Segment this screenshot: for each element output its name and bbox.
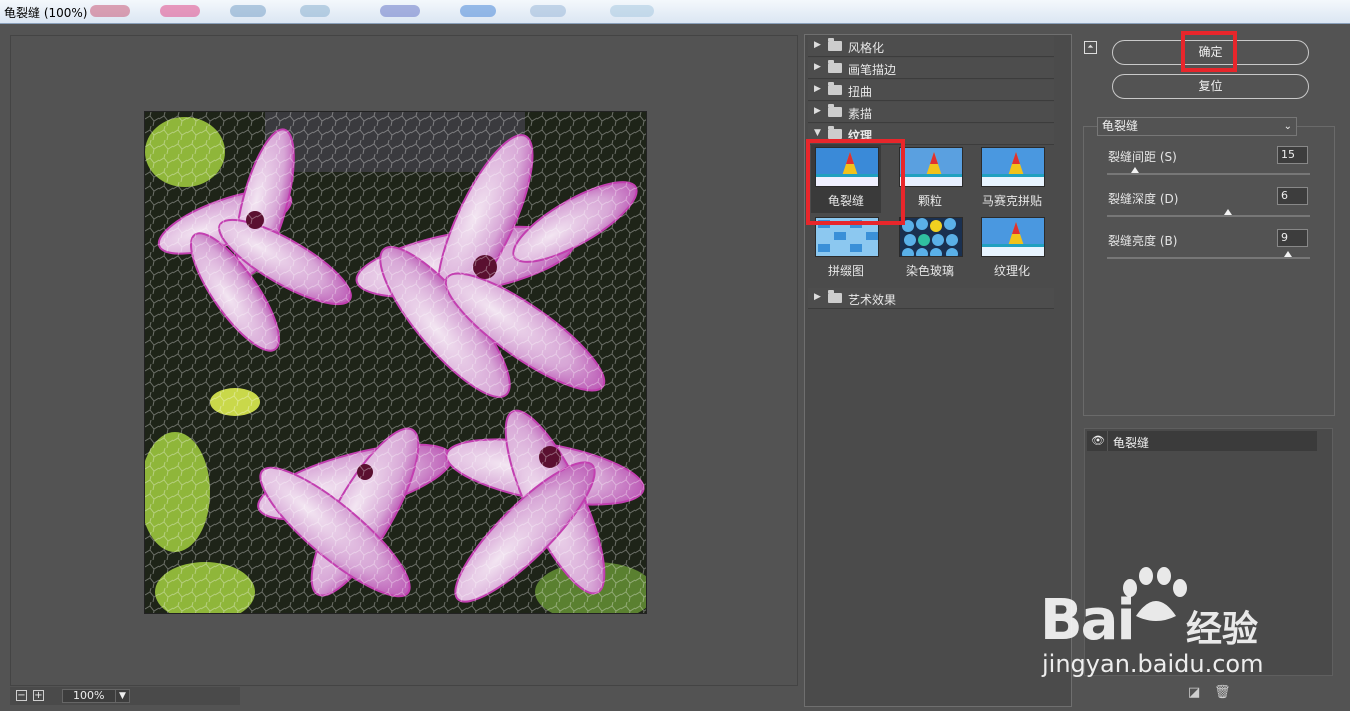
crack-brightness-slider[interactable] — [1107, 251, 1310, 259]
crack-depth-input[interactable]: 6 — [1277, 187, 1308, 205]
slider-handle[interactable] — [1224, 209, 1232, 215]
folder-open-icon — [828, 126, 842, 139]
triangle-down-icon: ▼ — [814, 128, 821, 138]
crack-brightness-input[interactable]: 9 — [1277, 229, 1308, 247]
triangle-right-icon: ▶ — [814, 40, 821, 50]
triangle-right-icon: ▶ — [814, 84, 821, 94]
folder-icon — [828, 82, 842, 95]
folder-icon — [828, 38, 842, 51]
folder-icon — [828, 104, 842, 117]
crack-spacing-input[interactable]: 15 — [1277, 146, 1308, 164]
trash-icon[interactable]: 🗑 — [1214, 685, 1231, 700]
effect-layer-name: 龟裂缝 — [1113, 436, 1150, 450]
zoom-bar: − + 100% ▼ — [10, 687, 240, 705]
category-label: 素描 — [848, 107, 873, 121]
highlight-ok-button — [1181, 31, 1237, 72]
filter-label: 纹理化 — [993, 264, 1030, 278]
category-label: 艺术效果 — [848, 293, 897, 307]
filter-grain[interactable]: 颗粒 — [895, 145, 965, 213]
reset-button[interactable]: 复位 — [1112, 74, 1309, 99]
baidu-watermark: Bai 经验 jingyan.baidu.com — [1036, 566, 1296, 686]
zoom-level-value: 100% — [73, 689, 105, 702]
category-label: 扭曲 — [848, 85, 873, 99]
eye-icon[interactable]: 👁 — [1091, 434, 1105, 447]
triangle-right-icon: ▶ — [814, 292, 821, 302]
category-label: 风格化 — [848, 41, 885, 55]
triangle-right-icon: ▶ — [814, 62, 821, 72]
chevron-down-icon: ▼ — [115, 690, 129, 702]
filter-texturizer[interactable]: 纹理化 — [977, 215, 1047, 283]
watermark-url: jingyan.baidu.com — [1042, 650, 1264, 678]
folder-icon — [828, 60, 842, 73]
filter-thumbnail — [899, 147, 963, 187]
watermark-brand: Bai — [1040, 588, 1136, 653]
window-title: 龟裂缝 (100%) — [4, 6, 88, 20]
category-artistic[interactable]: ▶ 艺术效果 — [808, 288, 1054, 309]
folder-icon — [828, 290, 842, 303]
preview-image[interactable] — [144, 111, 647, 614]
category-brush-strokes[interactable]: ▶ 画笔描边 — [808, 58, 1054, 79]
watermark-brand-suffix: 经验 — [1186, 609, 1259, 650]
zoom-in-button[interactable]: + — [33, 690, 44, 701]
category-label: 画笔描边 — [848, 63, 897, 77]
filter-settings-panel — [1083, 126, 1335, 416]
chevron-down-icon: ⌄ — [1283, 121, 1292, 132]
filter-mosaic-tiles[interactable]: 马赛克拼贴 — [977, 145, 1047, 213]
filter-thumbnail — [899, 217, 963, 257]
param-label-crack-depth: 裂缝深度 (D) — [1108, 192, 1179, 206]
collapse-gallery-icon[interactable]: ⏶ — [1084, 41, 1097, 54]
filter-thumbnail — [981, 217, 1045, 257]
filter-label: 染色玻璃 — [905, 264, 954, 278]
zoom-out-button[interactable]: − — [16, 690, 27, 701]
filter-label: 马赛克拼贴 — [981, 194, 1042, 208]
filter-select[interactable]: 龟裂缝 ⌄ — [1097, 117, 1297, 136]
category-distort[interactable]: ▶ 扭曲 — [808, 80, 1054, 101]
filter-stained-glass[interactable]: 染色玻璃 — [895, 215, 965, 283]
reset-button-label: 复位 — [1198, 79, 1223, 93]
zoom-level-select[interactable]: 100% ▼ — [62, 689, 130, 703]
effect-layer-row[interactable]: 👁 龟裂缝 — [1087, 431, 1317, 451]
filter-select-value: 龟裂缝 — [1102, 119, 1139, 133]
divider — [1107, 431, 1108, 451]
crack-depth-slider[interactable] — [1107, 209, 1310, 217]
slider-handle[interactable] — [1284, 251, 1292, 257]
titlebar-background-decoration — [80, 2, 660, 20]
slider-handle[interactable] — [1131, 167, 1139, 173]
filter-patchwork[interactable]: 拼缀图 — [811, 215, 881, 283]
filter-thumbnail — [981, 147, 1045, 187]
window-titlebar: 龟裂缝 (100%) — [0, 0, 1350, 24]
category-sketch[interactable]: ▶ 素描 — [808, 102, 1054, 123]
category-stylize[interactable]: ▶ 风格化 — [808, 36, 1054, 57]
param-label-crack-spacing: 裂缝间距 (S) — [1108, 150, 1177, 164]
highlight-selected-filter — [806, 139, 905, 225]
triangle-right-icon: ▶ — [814, 106, 821, 116]
filter-gallery: ▶ 风格化 ▶ 画笔描边 ▶ 扭曲 ▶ 素描 ▼ 纹理 龟裂缝 颗粒 马赛克拼贴… — [804, 34, 1072, 707]
new-effect-layer-icon[interactable]: ◪ — [1188, 685, 1200, 700]
crack-spacing-slider[interactable] — [1107, 167, 1310, 175]
param-label-crack-brightness: 裂缝亮度 (B) — [1108, 234, 1178, 248]
filter-label: 拼缀图 — [827, 264, 864, 278]
